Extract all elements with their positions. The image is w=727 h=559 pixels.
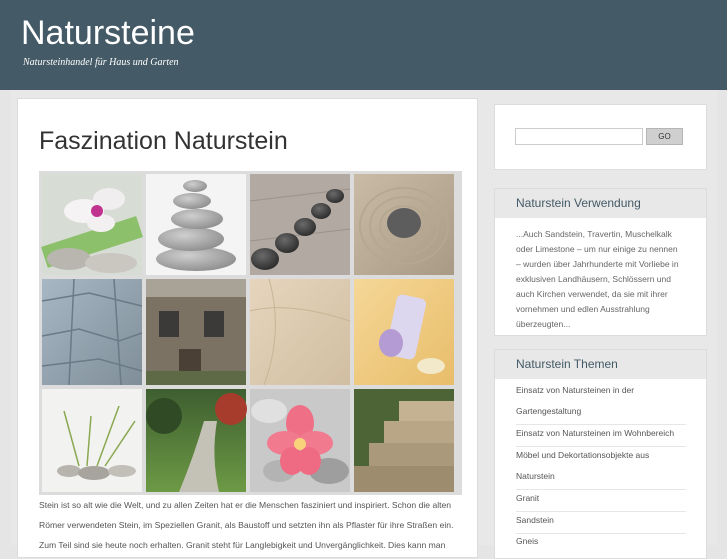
search-input[interactable] [515, 128, 643, 145]
usage-line: – wurden über Jahrhunderte mit Vorliebe … [516, 259, 679, 269]
bath-products-image[interactable] [354, 279, 454, 385]
slate-wall-image[interactable] [41, 278, 143, 386]
search-button[interactable]: GO [646, 128, 683, 145]
search-widget: GO [494, 104, 707, 170]
stone-steps-image[interactable] [354, 389, 454, 492]
stone-house-image[interactable] [146, 279, 246, 385]
site-tagline: Natursteinhandel für Haus und Garten [23, 57, 179, 68]
topic-link-garden-1[interactable]: Einsatz von Natursteinen in der [516, 380, 686, 402]
site-header: Natursteine Natursteinhandel für Haus un… [0, 0, 727, 90]
marble-texture-image[interactable] [249, 278, 351, 386]
usage-line: ...Auch Sandstein, Travertin, Muschelkal… [516, 229, 672, 239]
usage-widget-text: ...Auch Sandstein, Travertin, Muschelkal… [516, 227, 686, 332]
topic-link-garden-2[interactable]: Gartengestaltung [516, 401, 686, 423]
post-body-line: Römer verwendeten Stein, im Speziellen G… [39, 520, 454, 530]
usage-line: vornehmen und edlen Ausstrahlung [516, 304, 650, 314]
topics-widget-title: Naturstein Themen [495, 350, 706, 380]
garden-path-image[interactable] [146, 389, 247, 492]
image-gallery [39, 171, 462, 495]
gallery-svg [41, 174, 454, 492]
stacked-pebbles-image[interactable] [146, 174, 246, 275]
site-title[interactable]: Natursteine [21, 14, 195, 53]
orchid-stones-image[interactable] [41, 174, 143, 275]
dark-stones-row-image[interactable] [249, 174, 351, 275]
topic-link-furniture-1[interactable]: Möbel und Dekortationsobjekte aus [516, 445, 686, 467]
topic-link-granit[interactable]: Granit [516, 488, 686, 510]
post-body: Stein ist so alt wie die Welt, und zu al… [39, 495, 461, 555]
topic-link-furniture-2[interactable]: Naturstein [516, 466, 686, 488]
post-title[interactable]: Faszination Naturstein [39, 127, 288, 156]
post-body-line: Zum Teil sind sie heute noch erhalten. G… [39, 540, 446, 550]
usage-line: auch Kirchen verwendet, da sie mit ihrer [516, 289, 668, 299]
main-content: Faszination Naturstein Stein ist so alt … [17, 98, 478, 558]
usage-line: oder Limestone – um nur einige zu nennen [516, 244, 678, 254]
frangipani-pebbles-image[interactable] [250, 389, 350, 492]
topics-widget: Naturstein Themen Einsatz von Naturstein… [494, 349, 707, 559]
usage-line: exklusiven Landhäusern, Schlössern und [516, 274, 671, 284]
post-body-line: Stein ist so alt wie die Welt, und zu al… [39, 500, 452, 510]
usage-widget: Naturstein Verwendung ...Auch Sandstein,… [494, 188, 707, 336]
zen-sand-stone-image[interactable] [354, 174, 454, 275]
topic-link-living[interactable]: Einsatz von Natursteinen im Wohnbereich [516, 423, 686, 445]
usage-widget-title: Naturstein Verwendung [495, 189, 706, 219]
topic-link-gneis[interactable]: Gneis [516, 531, 686, 553]
topic-link-sandstein[interactable]: Sandstein [516, 510, 686, 532]
usage-line: überzeugten... [516, 319, 571, 329]
grass-pebbles-image[interactable] [42, 389, 142, 492]
